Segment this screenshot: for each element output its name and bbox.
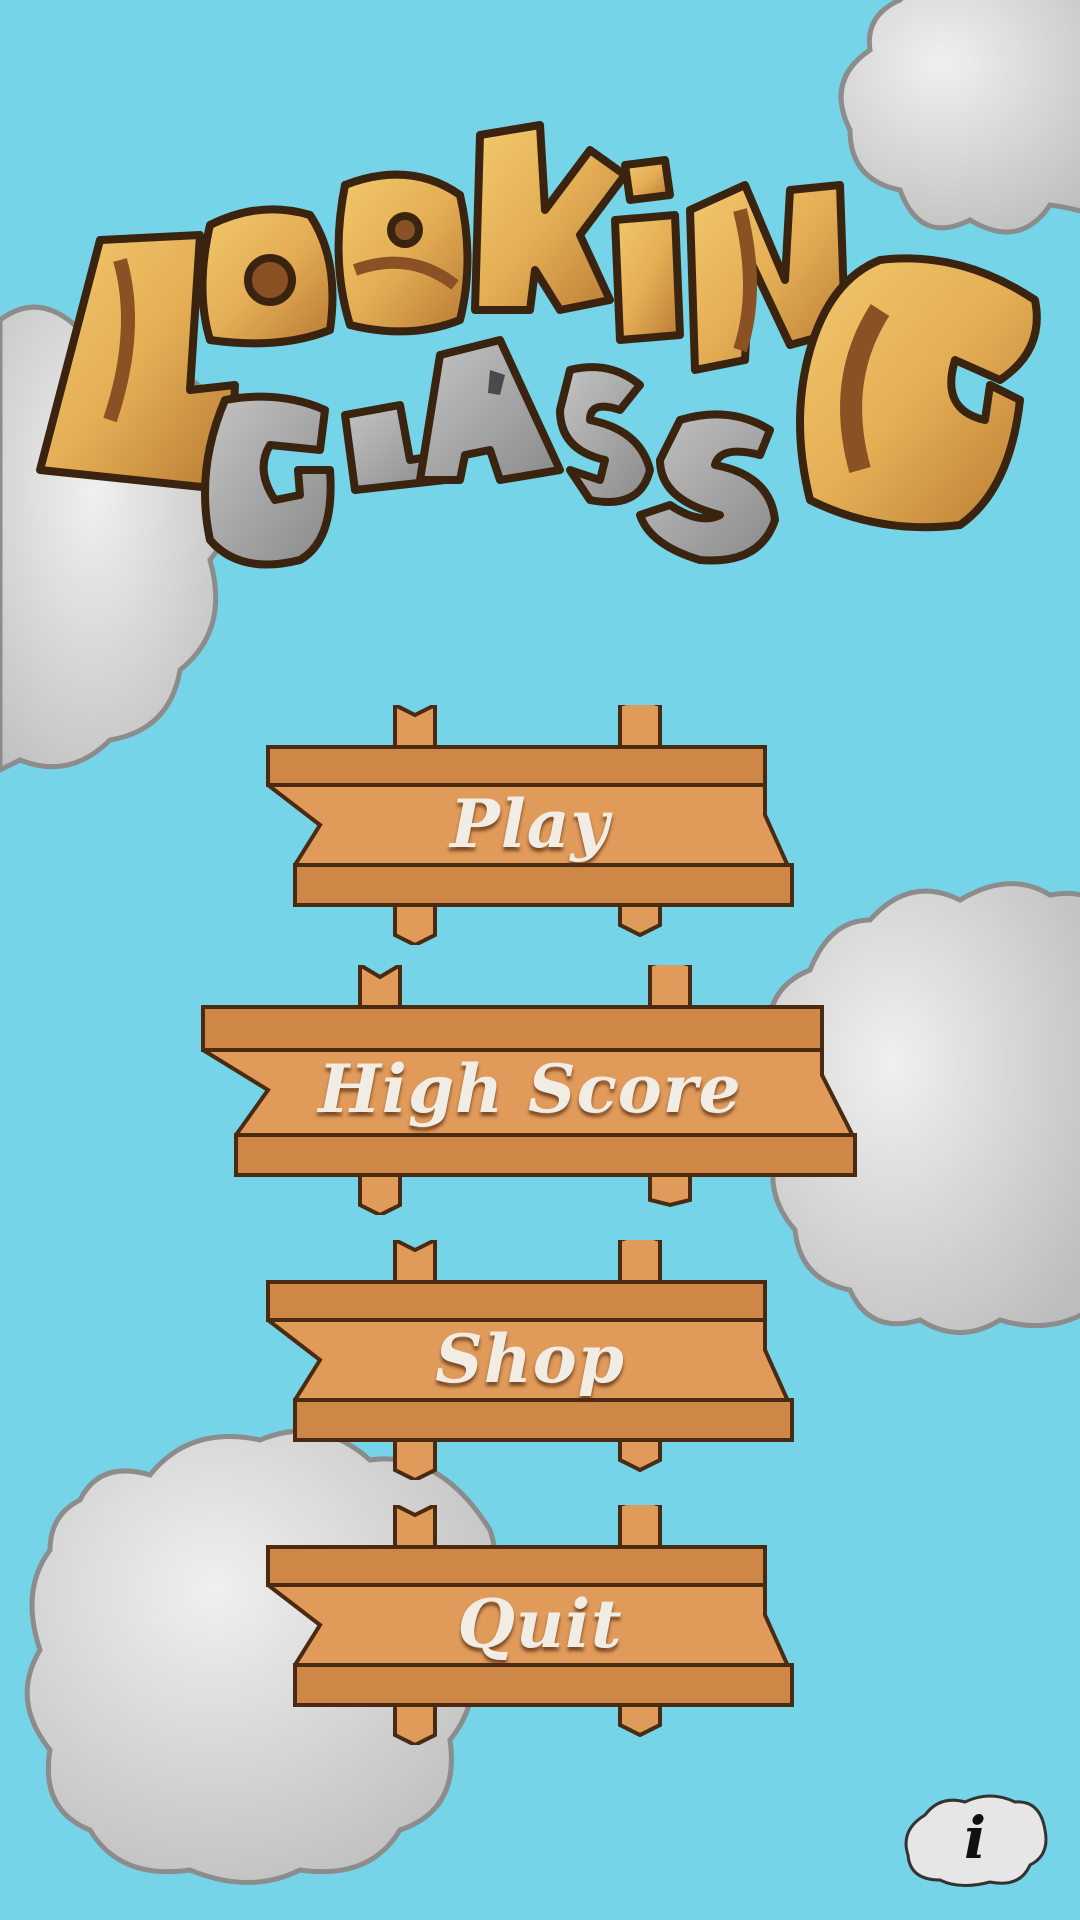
game-title-logo xyxy=(36,121,1041,569)
high-score-button[interactable]: High Score xyxy=(200,965,860,1215)
info-button[interactable]: i xyxy=(900,1790,1050,1890)
shop-button[interactable]: Shop xyxy=(265,1240,795,1480)
info-label: i xyxy=(963,1804,987,1872)
high-score-label: High Score xyxy=(318,1050,742,1128)
quit-button[interactable]: Quit xyxy=(265,1505,795,1745)
play-button[interactable]: Play xyxy=(265,705,795,945)
quit-label: Quit xyxy=(457,1585,623,1663)
shop-label: Shop xyxy=(435,1320,625,1398)
play-label: Play xyxy=(450,785,610,863)
